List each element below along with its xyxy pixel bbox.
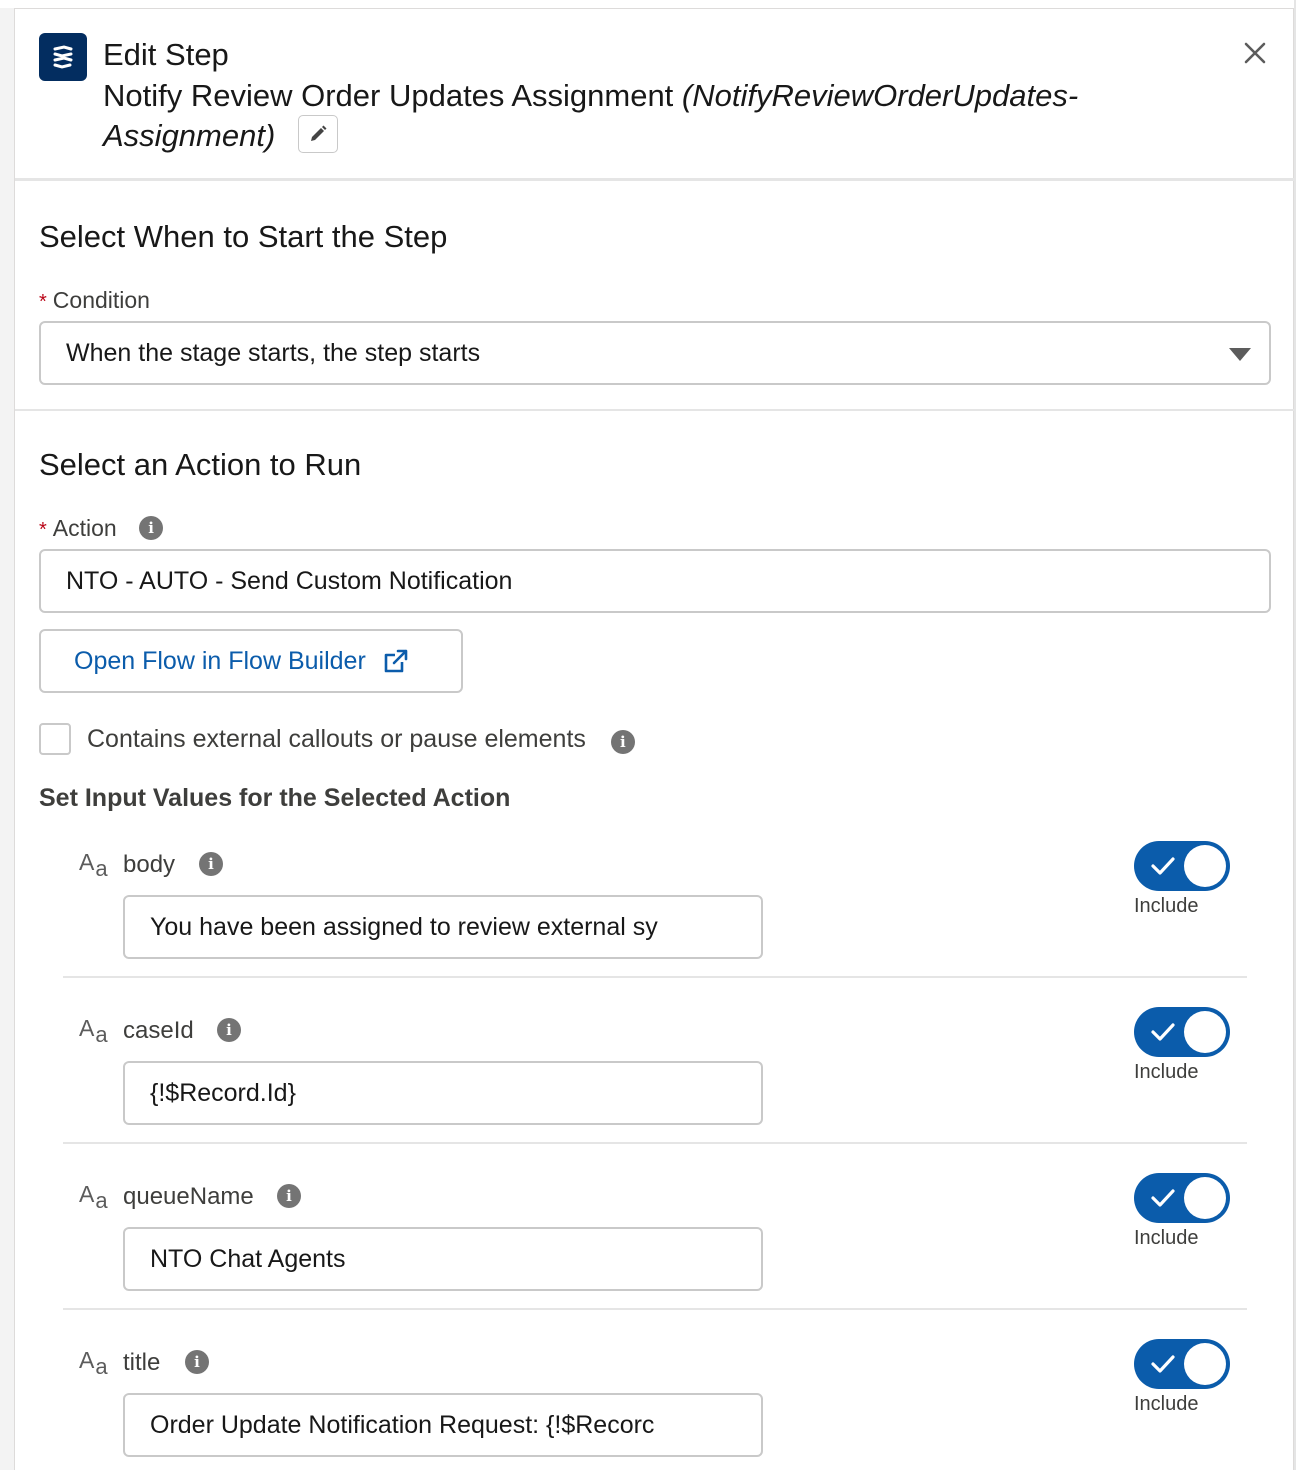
info-icon[interactable]: i [277,1184,301,1208]
include-label: Include [1134,1393,1199,1415]
param-name: caseId [123,1017,194,1044]
toggle-knob [1184,1177,1226,1219]
step-label: Notify Review Order Updates Assignment [103,78,674,113]
include-toggle[interactable] [1134,1173,1230,1223]
include-label: Include [1134,1227,1199,1249]
close-icon [1244,42,1266,64]
info-icon[interactable]: i [217,1018,241,1042]
param-value-input[interactable]: NTO Chat Agents [123,1227,763,1291]
checkmark-icon [1151,1355,1175,1373]
external-link-icon [384,649,408,673]
required-marker: * [39,291,47,313]
input-row-title: Aa title i Order Update Notification Req… [15,1337,1295,1470]
callouts-checkbox[interactable] [39,723,71,755]
page-title: Edit Step [103,37,229,72]
action-value: NTO - AUTO - Send Custom Notification [66,566,513,595]
callouts-checkbox-label: Contains external callouts or pause elem… [87,725,635,755]
panel-header: Edit Step Notify Review Order Updates As… [15,9,1295,181]
info-icon[interactable]: i [139,515,164,540]
section-divider [15,409,1295,411]
input-row-body: Aa body i You have been assigned to revi… [15,839,1295,1005]
input-row-queuename: Aa queueName i NTO Chat Agents Include [15,1171,1295,1337]
toggle-knob [1184,1011,1226,1053]
action-label: * Action i [39,515,164,542]
param-name: queueName [123,1183,254,1210]
toggle-knob [1184,1343,1226,1385]
info-icon[interactable]: i [199,852,223,876]
row-divider [63,1142,1247,1144]
checkmark-icon [1151,1189,1175,1207]
edit-step-panel: Edit Step Notify Review Order Updates As… [14,8,1295,1470]
open-flow-builder-button[interactable]: Open Flow in Flow Builder [39,629,463,693]
checkmark-icon [1151,857,1175,875]
condition-value: When the stage starts, the step starts [66,338,481,367]
include-label: Include [1134,895,1199,917]
input-row-caseid: Aa caseId i {!$Record.Id} Include [15,1005,1295,1171]
start-section-title: Select When to Start the Step [39,219,448,254]
param-value-input[interactable]: Order Update Notification Request: {!$Re… [123,1393,763,1457]
condition-select[interactable]: When the stage starts, the step starts [39,321,1271,385]
param-value-input[interactable]: {!$Record.Id} [123,1061,763,1125]
include-toggle[interactable] [1134,841,1230,891]
param-name: title [123,1349,161,1376]
text-type-icon: Aa [79,1347,108,1379]
include-toggle[interactable] [1134,1007,1230,1057]
action-input[interactable]: NTO - AUTO - Send Custom Notification [39,549,1271,613]
orchestrator-icon [39,33,87,81]
text-type-icon: Aa [79,1181,108,1213]
row-divider [63,976,1247,978]
include-label: Include [1134,1061,1199,1083]
toggle-knob [1184,845,1226,887]
top-strip [0,0,1296,8]
info-icon[interactable]: i [610,730,635,755]
close-button[interactable] [1241,39,1269,67]
edit-name-button[interactable] [297,114,338,153]
include-toggle[interactable] [1134,1339,1230,1389]
param-value-input[interactable]: You have been assigned to review externa… [123,895,763,959]
step-name: Notify Review Order Updates Assignment (… [103,76,1163,157]
param-name: body [123,851,176,878]
chevron-down-icon [1229,348,1251,361]
input-values-heading: Set Input Values for the Selected Action [39,784,511,812]
condition-label: * Condition [39,287,150,313]
open-flow-label: Open Flow in Flow Builder [74,646,366,675]
required-marker: * [39,519,47,541]
pencil-icon [310,125,327,141]
checkmark-icon [1151,1023,1175,1041]
row-divider [63,1308,1247,1310]
text-type-icon: Aa [79,1015,108,1047]
info-icon[interactable]: i [185,1350,209,1374]
action-section-title: Select an Action to Run [39,447,362,482]
text-type-icon: Aa [79,849,108,881]
